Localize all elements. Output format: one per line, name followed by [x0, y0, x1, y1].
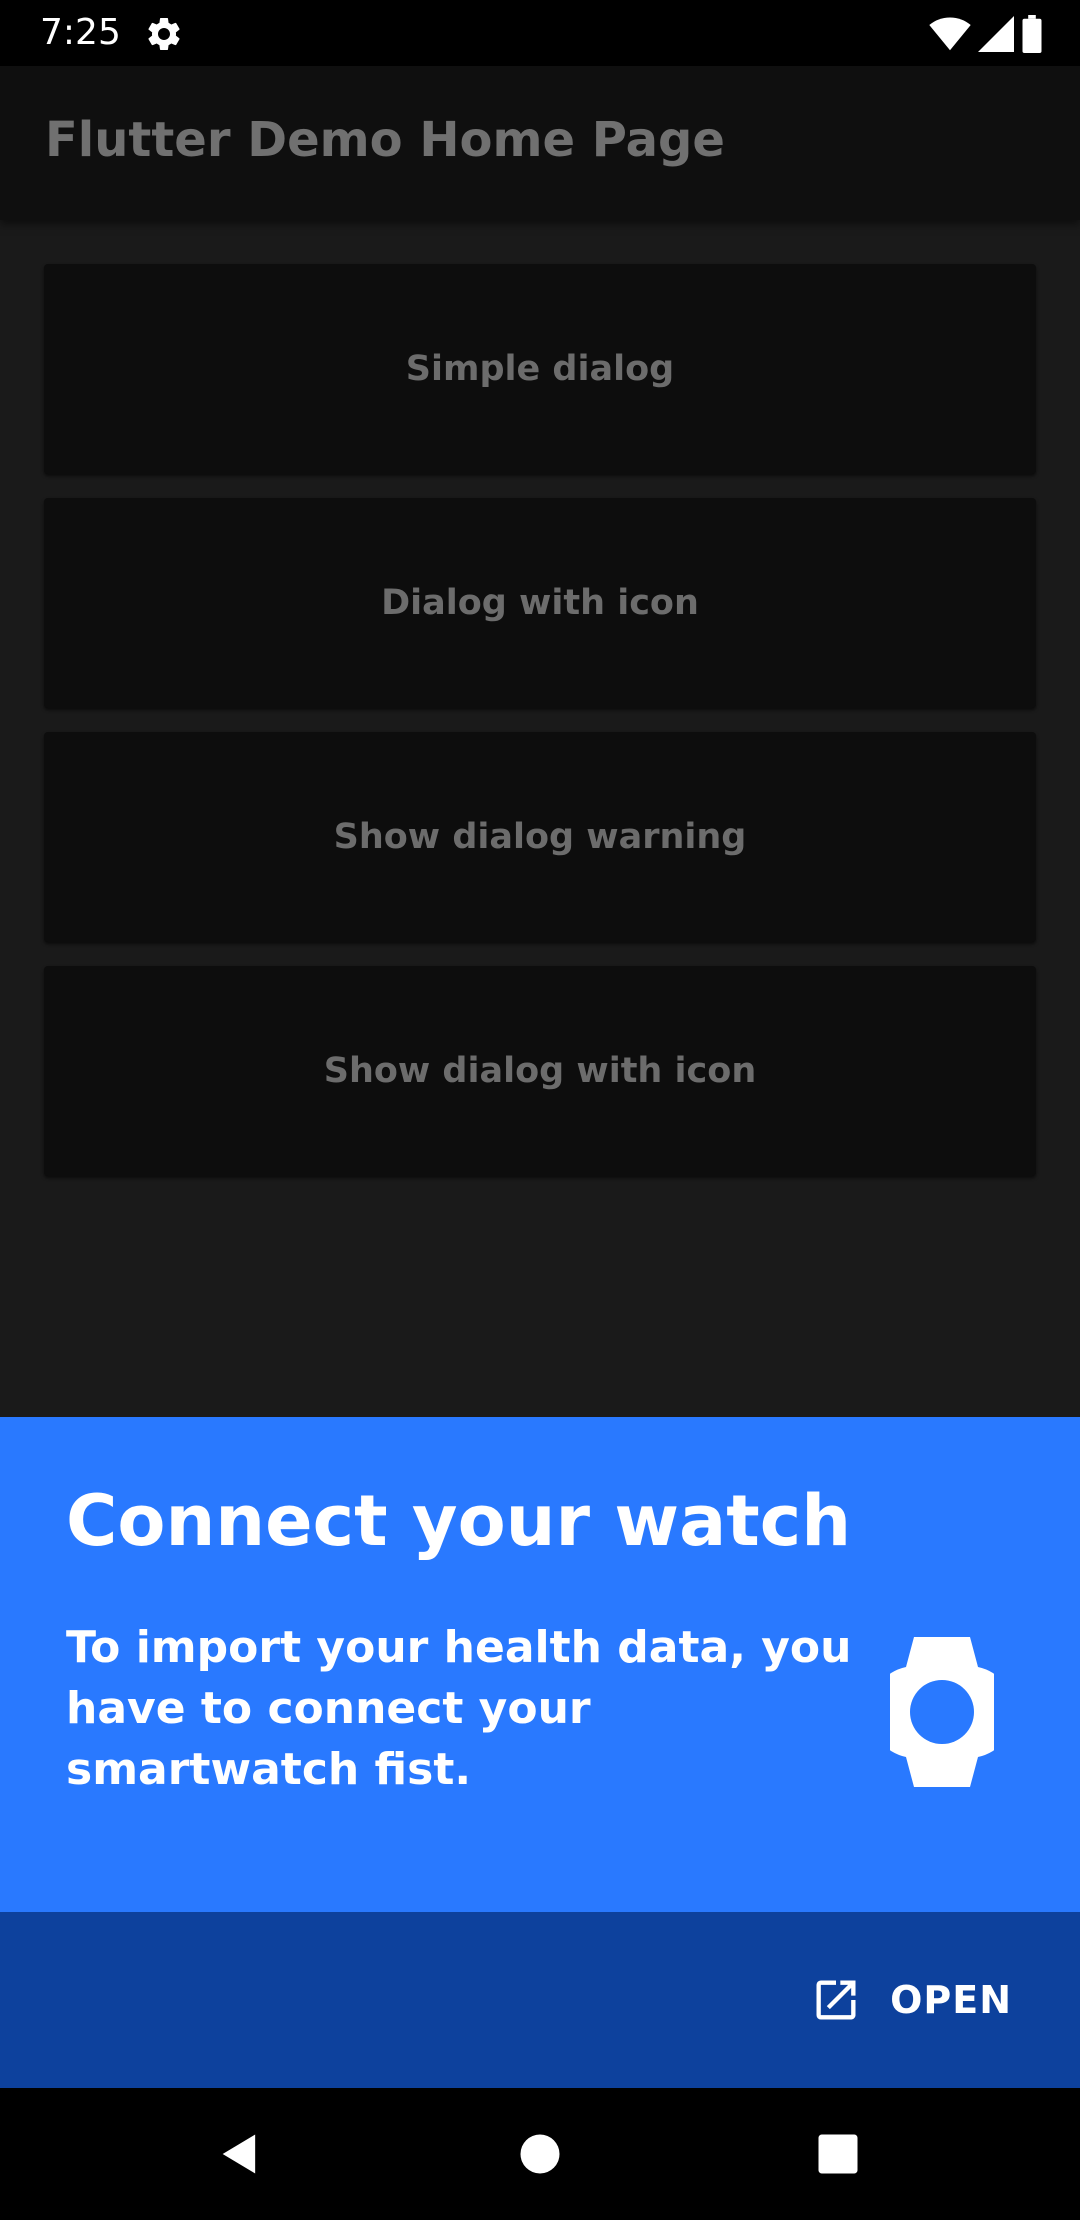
app-bar: Flutter Demo Home Page	[0, 66, 1080, 220]
dialog-with-icon-button[interactable]: Dialog with icon	[44, 498, 1036, 708]
signal-icon	[978, 16, 1014, 52]
banner-body: To import your health data, you have to …	[66, 1622, 852, 1795]
connect-watch-banner: Connect your watch To import your health…	[0, 1417, 1080, 1912]
button-label: Dialog with icon	[381, 583, 699, 623]
button-label: Show dialog with icon	[323, 1051, 757, 1091]
banner-action-bar: OPEN	[0, 1912, 1080, 2088]
status-time: 7:25	[40, 12, 121, 53]
open-in-new-icon	[816, 1980, 856, 2020]
recents-icon[interactable]	[812, 2128, 864, 2180]
home-icon[interactable]	[514, 2128, 566, 2180]
page-title: Flutter Demo Home Page	[45, 112, 725, 168]
settings-icon	[148, 17, 180, 50]
button-label: Simple dialog	[405, 349, 675, 389]
button-label: Show dialog warning	[333, 817, 747, 857]
banner-title: Connect your watch	[66, 1480, 852, 1562]
open-label: OPEN	[890, 1978, 1012, 2022]
watch-icon	[890, 1637, 994, 1787]
show-dialog-warning-button[interactable]: Show dialog warning	[44, 732, 1036, 942]
status-icons	[928, 14, 1044, 54]
status-bar: 7:25	[0, 0, 1080, 66]
simple-dialog-button[interactable]: Simple dialog	[44, 264, 1036, 474]
wifi-icon	[929, 17, 971, 51]
show-dialog-with-icon-button[interactable]: Show dialog with icon	[44, 966, 1036, 1176]
open-button[interactable]: OPEN	[810, 1970, 1012, 2030]
navigation-bar	[0, 2088, 1080, 2220]
back-icon[interactable]	[214, 2128, 266, 2180]
battery-icon	[1022, 15, 1042, 53]
